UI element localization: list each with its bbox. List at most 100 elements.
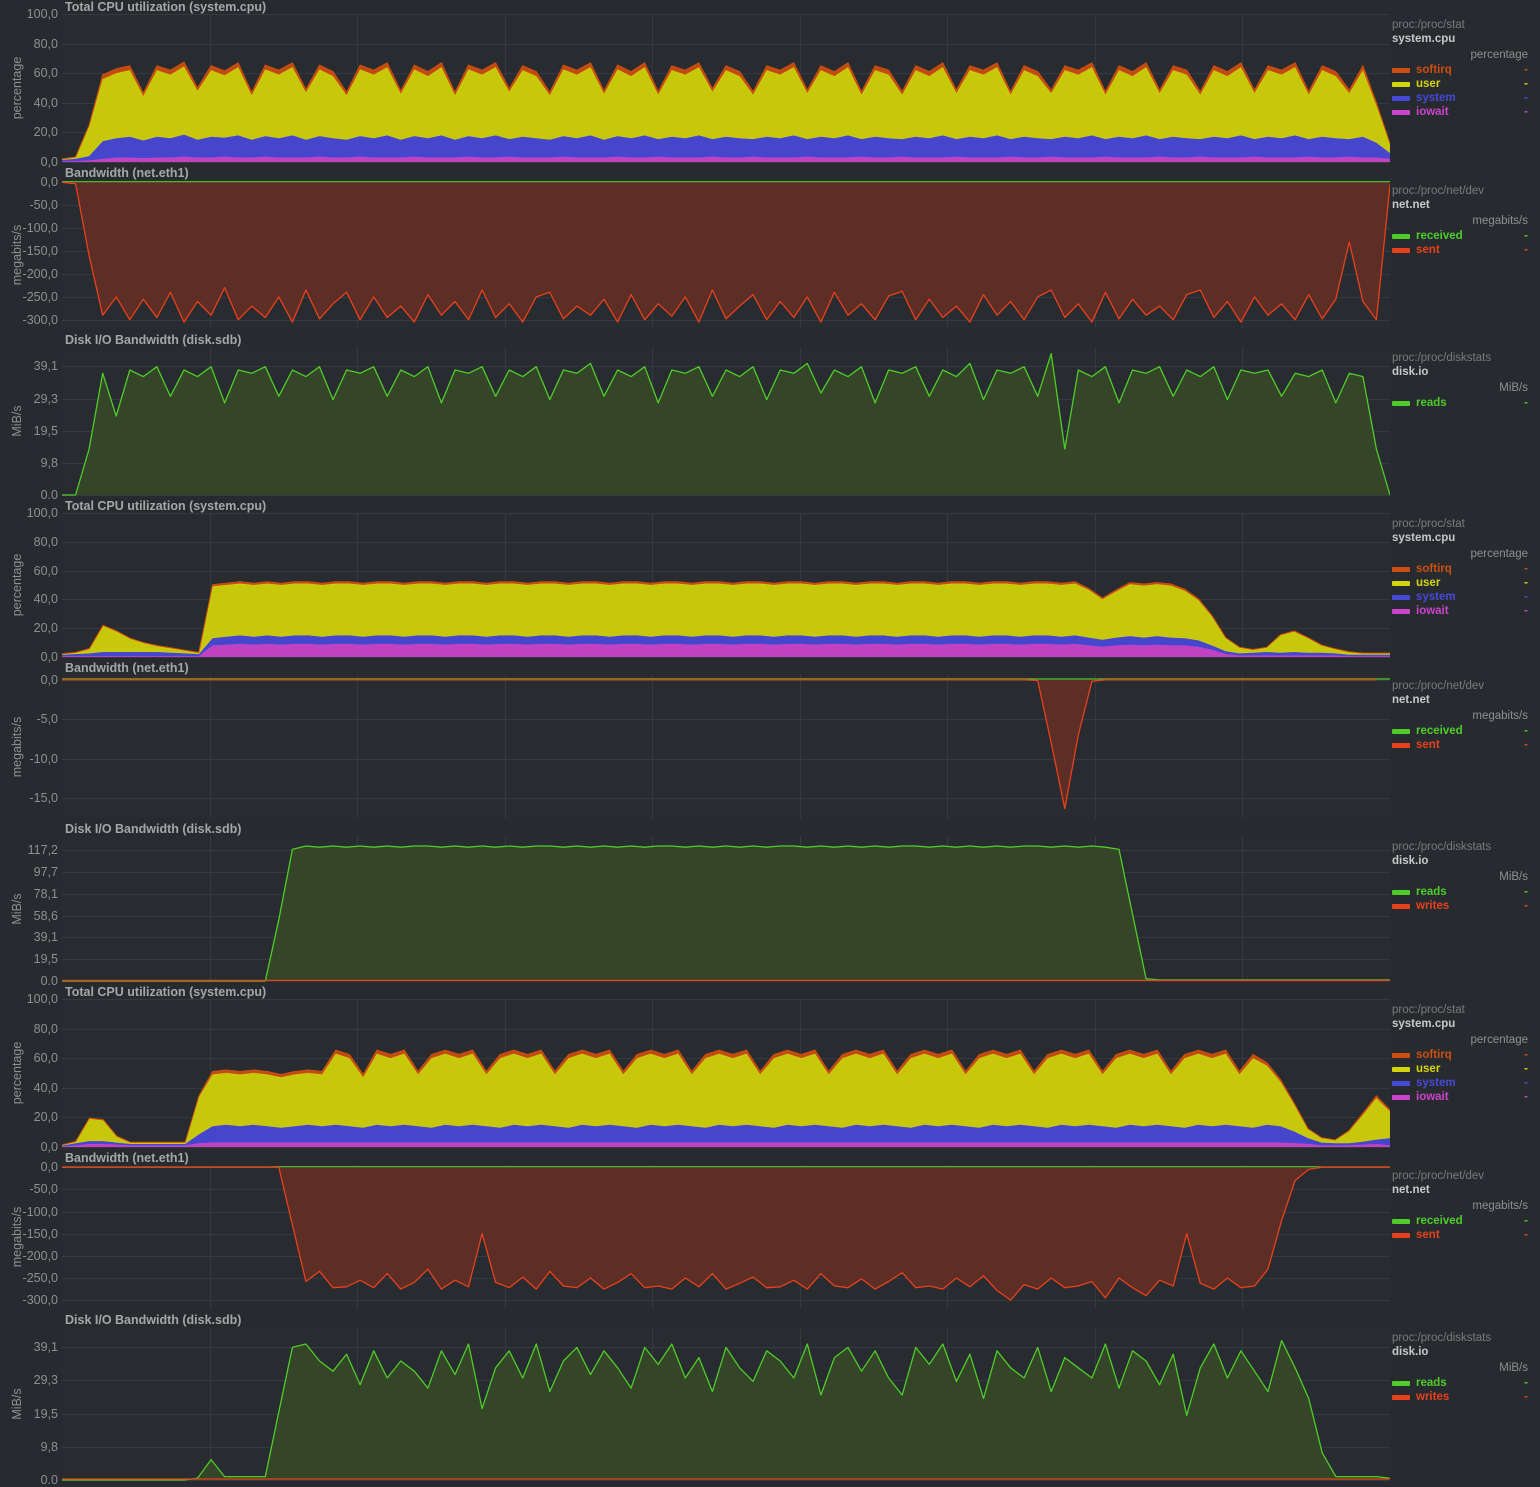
legend-item-user[interactable]: user - [1392,1062,1528,1076]
legend-dimension-name: writes [1416,900,1450,912]
legend-dimension-value: - [1524,1377,1528,1389]
legend-color-swatch-icon [1392,1094,1410,1100]
legend-item-user[interactable]: user - [1392,576,1528,590]
legend-dimension-value: - [1524,230,1528,242]
legend-cpu-1[interactable]: proc:/proc/stat system.cpu percentage softi… [1392,18,1540,119]
plot-area-disk-2[interactable] [0,822,1390,985]
legend-item-softirq[interactable]: softirq - [1392,1048,1528,1062]
legend-color-swatch-icon [1392,95,1410,101]
legend-disk-2[interactable]: proc:/proc/diskstats disk.io MiB/s reads - wr… [1392,840,1540,913]
legend-units: MiB/s [1499,382,1528,394]
legend-dimension-name: received [1416,725,1463,737]
plot-area-net-3[interactable] [0,1151,1390,1313]
legend-net-2[interactable]: proc:/proc/net/dev net.net megabits/s recei… [1392,679,1540,752]
legend-item-sent[interactable]: sent - [1392,243,1528,257]
legend-item-writes[interactable]: writes - [1392,1390,1528,1404]
legend-item-writes[interactable]: writes - [1392,899,1528,913]
legend-dimension-name: system [1416,92,1456,104]
legend-units: MiB/s [1499,871,1528,883]
legend-item-received[interactable]: received - [1392,1214,1528,1228]
plot-area-cpu-3[interactable] [0,985,1390,1151]
legend-item-system[interactable]: system - [1392,91,1528,105]
legend-item-received[interactable]: received - [1392,229,1528,243]
legend-dimension-value: - [1524,1063,1528,1075]
legend-dimension-name: user [1416,577,1441,589]
legend-dimension-name: iowait [1416,106,1449,118]
legend-color-swatch-icon [1392,1232,1410,1238]
legend-cpu-2[interactable]: proc:/proc/stat system.cpu percentage softi… [1392,517,1540,618]
netdata-dashboard: Total CPU utilization (system.cpu) percen… [0,0,1540,1487]
legend-item-iowait[interactable]: iowait - [1392,1090,1528,1104]
legend-context: proc:/proc/diskstats [1392,841,1492,853]
legend-item-reads[interactable]: reads - [1392,885,1528,899]
chart-panel-cpu-2[interactable]: Total CPU utilization (system.cpu) percen… [0,499,1540,664]
legend-dimension-name: user [1416,78,1441,90]
legend-item-iowait[interactable]: iowait - [1392,604,1528,618]
legend-dimension-name: system [1416,591,1456,603]
legend-color-swatch-icon [1392,1080,1410,1086]
legend-dimension-name: reads [1416,886,1447,898]
legend-item-softirq[interactable]: softirq - [1392,562,1528,576]
legend-units: percentage [1470,49,1528,61]
legend-dimension-value: - [1524,577,1528,589]
legend-dimension-value: - [1524,64,1528,76]
plot-area-net-2[interactable] [0,661,1390,822]
legend-item-system[interactable]: system - [1392,1076,1528,1090]
legend-color-swatch-icon [1392,566,1410,572]
legend-family: net.net [1392,694,1430,706]
legend-item-reads[interactable]: reads - [1392,396,1528,410]
legend-context: proc:/proc/net/dev [1392,680,1485,692]
legend-cpu-3[interactable]: proc:/proc/stat system.cpu percentage softi… [1392,1003,1540,1104]
legend-context: proc:/proc/stat [1392,1004,1465,1016]
legend-dimension-name: received [1416,230,1463,242]
legend-dimension-name: system [1416,1077,1456,1089]
plot-area-disk-3[interactable] [0,1313,1390,1484]
legend-dimension-name: reads [1416,397,1447,409]
chart-panel-net-3[interactable]: Bandwidth (net.eth1) megabits/s 0,0 -50,0 -1… [0,1151,1540,1313]
legend-color-swatch-icon [1392,1380,1410,1386]
legend-family: disk.io [1392,366,1429,378]
legend-item-softirq[interactable]: softirq - [1392,63,1528,77]
chart-panel-cpu-1[interactable]: Total CPU utilization (system.cpu) percen… [0,0,1540,169]
legend-item-sent[interactable]: sent - [1392,1228,1528,1242]
legend-item-iowait[interactable]: iowait - [1392,105,1528,119]
legend-net-3[interactable]: proc:/proc/net/dev net.net megabits/s recei… [1392,1169,1540,1242]
chart-title-disk-2: Disk I/O Bandwidth (disk.sdb) [65,822,242,836]
legend-dimension-value: - [1524,725,1528,737]
legend-color-swatch-icon [1392,728,1410,734]
chart-title-cpu-1: Total CPU utilization (system.cpu) [65,0,267,14]
plot-area-cpu-1[interactable] [0,0,1390,166]
legend-family: disk.io [1392,1346,1429,1358]
chart-panel-net-1[interactable]: Bandwidth (net.eth1) megabits/s 0,0 -50,0 -1… [0,166,1540,333]
chart-panel-disk-2[interactable]: Disk I/O Bandwidth (disk.sdb) MiB/s 117,2 9… [0,822,1540,988]
legend-dimension-value: - [1524,106,1528,118]
plot-area-cpu-2[interactable] [0,499,1390,661]
legend-units: megabits/s [1472,1200,1528,1212]
chart-panel-cpu-3[interactable]: Total CPU utilization (system.cpu) percen… [0,985,1540,1154]
legend-net-1[interactable]: proc:/proc/net/dev net.net megabits/s recei… [1392,184,1540,257]
chart-title-disk-1: Disk I/O Bandwidth (disk.sdb) [65,333,242,347]
legend-family: system.cpu [1392,33,1456,45]
legend-disk-3[interactable]: proc:/proc/diskstats disk.io MiB/s reads - wr… [1392,1331,1540,1404]
legend-family: disk.io [1392,855,1429,867]
legend-dimension-name: user [1416,1063,1441,1075]
plot-area-disk-1[interactable] [0,333,1390,499]
legend-item-sent[interactable]: sent - [1392,738,1528,752]
legend-color-swatch-icon [1392,1066,1410,1072]
legend-item-system[interactable]: system - [1392,590,1528,604]
legend-color-swatch-icon [1392,109,1410,115]
legend-item-reads[interactable]: reads - [1392,1376,1528,1390]
chart-panel-disk-1[interactable]: Disk I/O Bandwidth (disk.sdb) MiB/s 39,1 29… [0,333,1540,502]
legend-color-swatch-icon [1392,1052,1410,1058]
legend-item-user[interactable]: user - [1392,77,1528,91]
legend-dimension-name: sent [1416,739,1440,751]
legend-context: proc:/proc/stat [1392,518,1465,530]
plot-area-net-1[interactable] [0,166,1390,333]
legend-disk-1[interactable]: proc:/proc/diskstats disk.io MiB/s reads - [1392,351,1540,410]
legend-dimension-name: writes [1416,1391,1450,1403]
legend-dimension-name: softirq [1416,1049,1452,1061]
legend-item-received[interactable]: received - [1392,724,1528,738]
chart-panel-net-2[interactable]: Bandwidth (net.eth1) megabits/s 0,0 -5,0 -10… [0,661,1540,822]
chart-panel-disk-3[interactable]: Disk I/O Bandwidth (disk.sdb) MiB/s 39,1 29… [0,1313,1540,1487]
legend-dimension-value: - [1524,591,1528,603]
